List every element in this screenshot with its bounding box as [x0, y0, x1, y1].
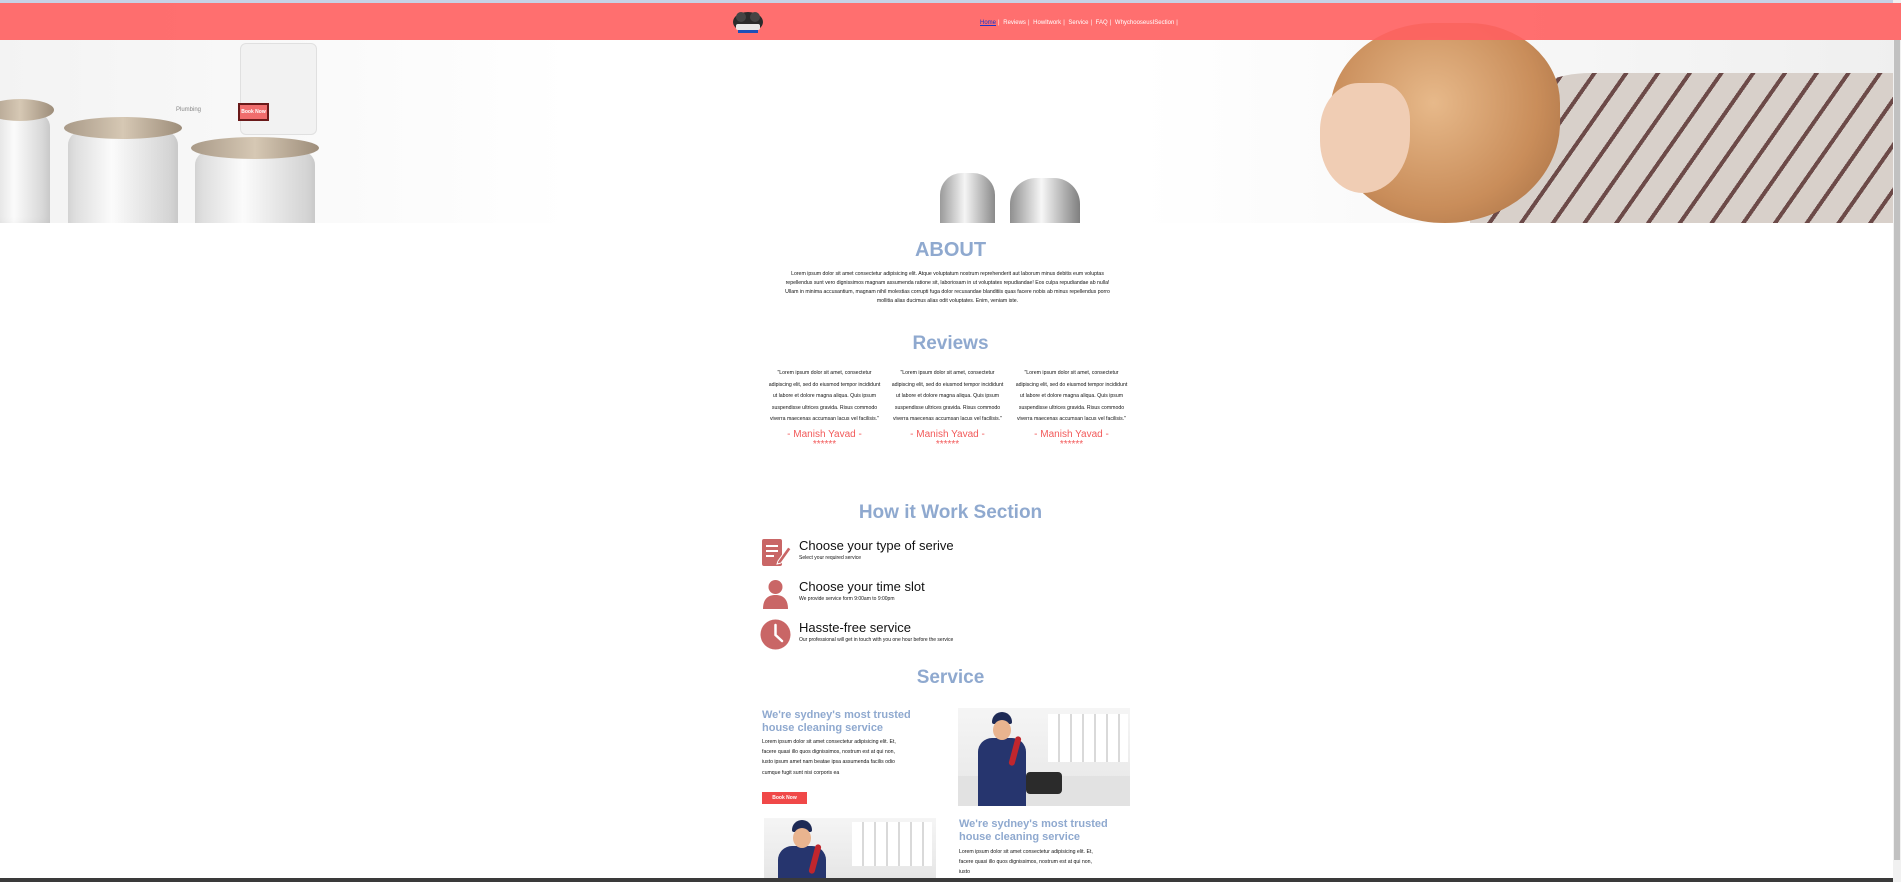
hero-search-input[interactable]: Plumbing: [176, 107, 201, 113]
reviewer-name: - Manish Yavad -: [1034, 428, 1109, 440]
document-edit-icon: [762, 539, 791, 566]
plumber-image: [764, 818, 936, 878]
how-step-subtitle: Select your required service: [799, 555, 861, 561]
how-step-title: Choose your time slot: [799, 579, 925, 594]
how-step-subtitle: We provide service form 9:00am to 9:00pm: [799, 596, 895, 602]
nav-whychooseus[interactable]: WhychooseusISection: [1115, 20, 1174, 26]
rating-stars: ******: [812, 438, 837, 450]
how-step: Choose your time slot We provide service…: [760, 578, 1060, 610]
how-it-works-title: How it Work Section: [858, 502, 1043, 523]
woman-image: [1310, 23, 1901, 223]
plumber-image: [958, 708, 1130, 806]
nav-reviews[interactable]: Reviews: [1003, 20, 1026, 26]
nav-howitwork[interactable]: HowItwork: [1033, 20, 1061, 26]
how-step-title: Hasste-free service: [799, 620, 911, 635]
service-book-now-button[interactable]: Book Now: [762, 792, 807, 804]
how-step-title: Choose your type of serive: [799, 538, 954, 553]
hero-book-now-button[interactable]: Book Now: [238, 103, 269, 121]
how-step-subtitle: Our professional will get in touch with …: [799, 637, 954, 643]
service-text: Lorem ipsum dolor sit amet consectetur a…: [959, 849, 1093, 876]
reviews-title: Reviews: [912, 333, 989, 354]
review-card: "Lorem ipsum dolor sit amet, consectetur…: [767, 368, 882, 450]
service-heading: We're sydney's most trusted house cleani…: [959, 818, 1108, 843]
vertical-scrollbar[interactable]: [1893, 0, 1901, 882]
rating-stars: ******: [935, 438, 960, 450]
review-text: "Lorem ipsum dolor sit amet, consectetur…: [1015, 370, 1128, 422]
review-text: "Lorem ipsum dolor sit amet, consectetur…: [891, 370, 1004, 422]
service-heading: We're sydney's most trusted house cleani…: [762, 709, 911, 734]
rating-stars: ******: [1059, 438, 1084, 450]
how-step: Hasste-free service Our professional wil…: [760, 619, 1060, 651]
reviewer-name: - Manish Yavad -: [787, 428, 862, 440]
service-text: Lorem ipsum dolor sit amet consectetur a…: [762, 739, 896, 776]
nav-home[interactable]: Home: [980, 20, 996, 26]
user-icon: [763, 580, 788, 609]
review-card: "Lorem ipsum dolor sit amet, consectetur…: [890, 368, 1005, 450]
bottom-edge: [0, 878, 1893, 882]
faucet-image: [940, 163, 1080, 223]
nav-service[interactable]: Service: [1068, 20, 1088, 26]
service-title: Service: [916, 667, 985, 688]
clock-icon: [760, 619, 791, 650]
about-title: ABOUT: [914, 239, 987, 261]
nav-faq[interactable]: FAQ: [1096, 20, 1108, 26]
reviewer-name: - Manish Yavad -: [910, 428, 985, 440]
how-step: Choose your type of serive Select your r…: [760, 537, 1060, 569]
navbar: Home | Reviews | HowItwork | Service | FAQ | …: [0, 3, 1901, 40]
about-text: Lorem ipsum dolor sit amet consectetur a…: [785, 271, 1110, 304]
plumber-logo[interactable]: [729, 7, 767, 35]
review-card: "Lorem ipsum dolor sit amet, consectetur…: [1014, 368, 1129, 450]
review-text: "Lorem ipsum dolor sit amet, consectetur…: [768, 370, 881, 422]
nav-menu: Home | Reviews | HowItwork | Service | FAQ | …: [980, 20, 1178, 26]
scrollbar-thumb[interactable]: [1894, 40, 1900, 860]
